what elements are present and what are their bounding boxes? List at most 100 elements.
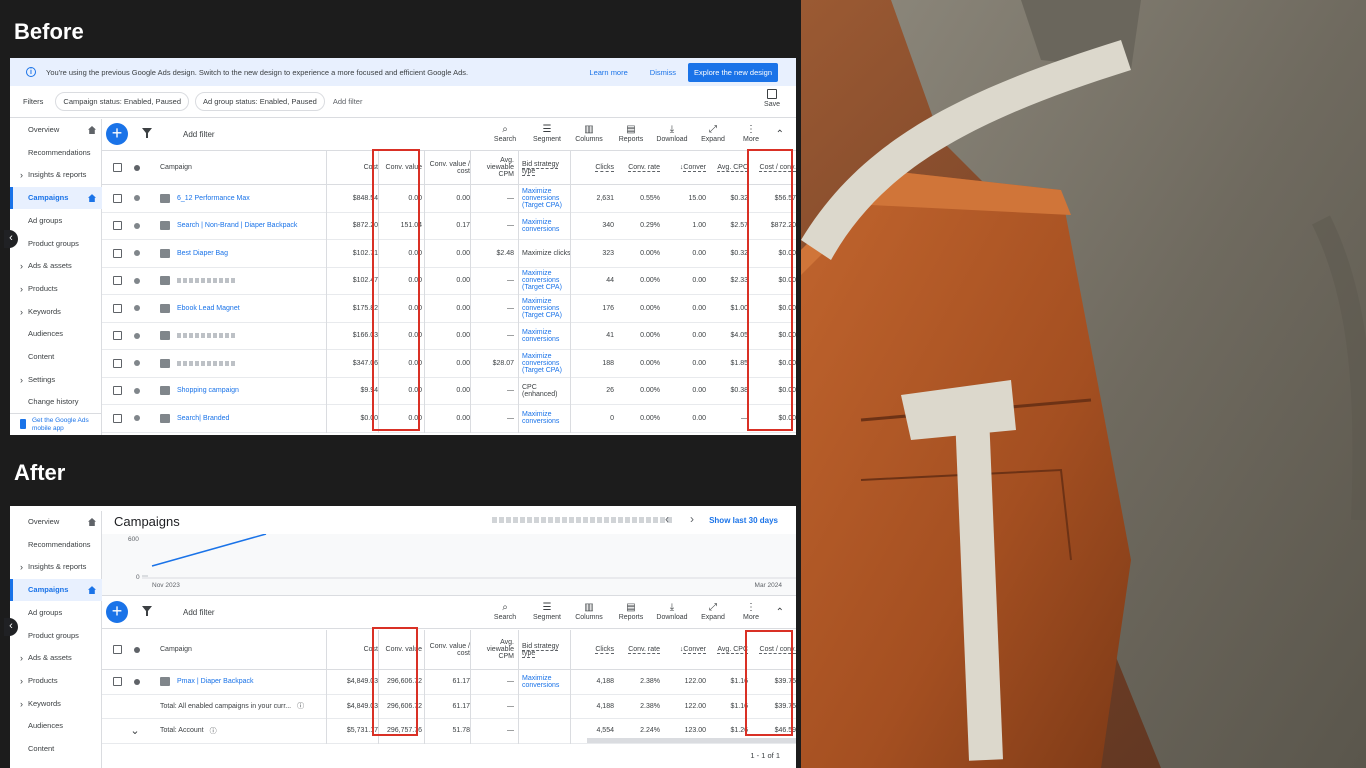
sidebar-item-overview[interactable]: Overview [10, 119, 102, 141]
status-dot-icon[interactable] [134, 360, 140, 367]
header-cell-cost[interactable]: Cost [328, 630, 378, 669]
sidebar-item-insights-reports[interactable]: Insights & reports [10, 556, 102, 578]
next-period-icon[interactable]: › [690, 512, 694, 526]
header-cell-cpc[interactable]: Avg. CPC [710, 151, 748, 184]
sidebar-item-recommendations[interactable]: Recommendations [10, 534, 102, 556]
campaign-status-chip[interactable]: Campaign status: Enabled, Paused [55, 92, 189, 111]
sidebar-item-products[interactable]: Products [10, 278, 102, 300]
download-button[interactable]: ⤓ Download [655, 601, 689, 621]
header-cell-rate[interactable]: Conv. rate [618, 630, 660, 669]
more-button[interactable]: ⋮ More [734, 123, 768, 143]
sidebar-item-recommendations[interactable]: Recommendations [10, 142, 102, 164]
header-cell-bid[interactable]: Bid strategy type [522, 151, 574, 184]
header-cell-name[interactable]: Campaign [160, 151, 320, 184]
table-row[interactable]: Search | Non-Brand | Diaper Backpack $872… [102, 213, 796, 240]
filter-icon[interactable] [142, 128, 152, 138]
segment-button[interactable]: ☰ Segment [530, 601, 564, 621]
table-row[interactable]: Search| Branded $0.00 0.00 0.00 — Maximize co… [102, 405, 796, 433]
row-checkbox[interactable] [112, 193, 122, 203]
prev-period-icon[interactable]: ‹ [665, 512, 669, 526]
add-filter-input[interactable]: Add filter [183, 608, 215, 617]
sidebar-item-settings[interactable]: Settings [10, 369, 102, 391]
header-cell-cvc[interactable]: Conv. value / cost [426, 151, 470, 184]
sidebar-item-content[interactable]: Content [10, 346, 102, 368]
help-icon[interactable]: ⓘ [297, 701, 304, 711]
header-cell-dot[interactable] [130, 151, 144, 184]
campaign-name[interactable]: 6_12 Performance Max [177, 195, 250, 202]
sidebar-item-campaigns[interactable]: Campaigns [10, 579, 102, 602]
collapse-icon[interactable]: ⌃ [776, 607, 784, 618]
status-dot-icon[interactable] [134, 415, 140, 422]
row-checkbox[interactable] [112, 248, 122, 258]
header-cell-bid[interactable]: Bid strategy type [522, 630, 574, 669]
search-button[interactable]: ⌕ Search [488, 601, 522, 621]
reports-button[interactable]: ▤ Reports [614, 123, 648, 143]
table-row[interactable]: Best Diaper Bag $102.71 0.00 0.00 $2.48 Maxim… [102, 240, 796, 268]
row-checkbox[interactable] [112, 331, 122, 341]
campaign-name[interactable]: Search| Branded [177, 415, 229, 422]
add-filter-input[interactable]: Add filter [333, 97, 363, 106]
show-last-30-days-button[interactable]: Show last 30 days [709, 516, 778, 525]
sidebar-item-campaigns[interactable]: Campaigns [10, 187, 102, 210]
save-button[interactable]: Save [764, 89, 780, 108]
header-cell-conv[interactable]: ↓ Conver [664, 630, 706, 669]
campaign-name[interactable]: Pmax | Diaper Backpack [177, 678, 254, 685]
create-button[interactable]: + [106, 123, 128, 145]
row-checkbox[interactable] [112, 276, 122, 286]
status-dot-icon[interactable] [134, 305, 140, 312]
table-row[interactable]: Ebook Lead Magnet $175.82 0.00 0.00 — Maximiz… [102, 295, 796, 323]
table-row[interactable]: Shopping campaign $9.94 0.00 0.00 — CPC (enha… [102, 378, 796, 405]
sidebar-item-product-groups[interactable]: Product groups [10, 233, 102, 255]
table-row[interactable]: $102.47 0.00 0.00 — Maximize conversions (Ta… [102, 268, 796, 295]
status-dot-icon[interactable] [134, 222, 140, 229]
filter-icon[interactable] [142, 606, 152, 616]
header-cell-cb[interactable] [110, 151, 124, 184]
collapse-icon[interactable]: ⌃ [776, 129, 784, 140]
sidebar-item-products[interactable]: Products [10, 670, 102, 692]
sidebar-item-content[interactable]: Content [10, 738, 102, 760]
sidebar-item-insights-reports[interactable]: Insights & reports [10, 164, 102, 186]
header-cell-name[interactable]: Campaign [160, 630, 320, 669]
expand-button[interactable]: ⤢ Expand [696, 123, 730, 143]
header-cell-dot[interactable] [130, 630, 144, 669]
status-dot-icon[interactable] [134, 250, 140, 257]
campaign-name[interactable]: Search | Non-Brand | Diaper Backpack [177, 222, 297, 229]
header-cell-cost[interactable]: Cost [328, 151, 378, 184]
more-button[interactable]: ⋮ More [734, 601, 768, 621]
ad-group-status-chip[interactable]: Ad group status: Enabled, Paused [195, 92, 325, 111]
header-cell-rate[interactable]: Conv. rate [618, 151, 660, 184]
header-cell-cpm[interactable]: Avg. viewable CPM [474, 630, 514, 669]
horizontal-scrollbar[interactable] [587, 738, 796, 743]
header-cell-cb[interactable] [110, 630, 124, 669]
help-icon[interactable]: ⓘ [210, 726, 217, 736]
status-dot-icon[interactable] [134, 277, 140, 284]
table-row[interactable]: Pmax | Diaper Backpack $4,849.03 296,606.7… [102, 670, 796, 695]
explore-new-design-button[interactable]: Explore the new design [688, 62, 778, 82]
sidebar-item-product-groups[interactable]: Product groups [10, 625, 102, 647]
header-cell-cpc[interactable]: Avg. CPC [710, 630, 748, 669]
segment-button[interactable]: ☰ Segment [530, 123, 564, 143]
header-cell-clicks[interactable]: Clicks [574, 630, 614, 669]
dismiss-button[interactable]: Dismiss [650, 68, 676, 77]
learn-more-link[interactable]: Learn more [589, 68, 627, 77]
header-cell-clicks[interactable]: Clicks [574, 151, 614, 184]
table-row[interactable]: $347.06 0.00 0.00 $28.07 Maximize conversion… [102, 350, 796, 378]
header-cell-conv[interactable]: ↓ Conver [664, 151, 706, 184]
status-dot-icon[interactable] [134, 195, 140, 202]
row-checkbox[interactable] [112, 386, 122, 396]
search-button[interactable]: ⌕ Search [488, 123, 522, 143]
campaign-name[interactable]: Shopping campaign [177, 387, 239, 394]
sidebar-item-keywords[interactable]: Keywords [10, 693, 102, 715]
sidebar-item-audiences[interactable]: Audiences [10, 715, 102, 737]
sidebar-item-ad-groups[interactable]: Ad groups [10, 602, 102, 624]
header-cell-cpm[interactable]: Avg. viewable CPM [474, 151, 514, 184]
expand-button[interactable]: ⤢ Expand [696, 601, 730, 621]
header-cell-cvc[interactable]: Conv. value / cost [426, 630, 470, 669]
row-checkbox[interactable] [112, 221, 122, 231]
columns-button[interactable]: ▥ Columns [572, 601, 606, 621]
status-dot-icon[interactable] [134, 387, 140, 394]
sidebar-item-change-history[interactable]: Change history [10, 391, 102, 413]
sidebar-item-keywords[interactable]: Keywords [10, 301, 102, 323]
table-row[interactable]: Total: All enabled campaigns in your cur… [102, 695, 796, 719]
mobile-app-link[interactable]: Get the Google Ads mobile app [10, 413, 102, 435]
